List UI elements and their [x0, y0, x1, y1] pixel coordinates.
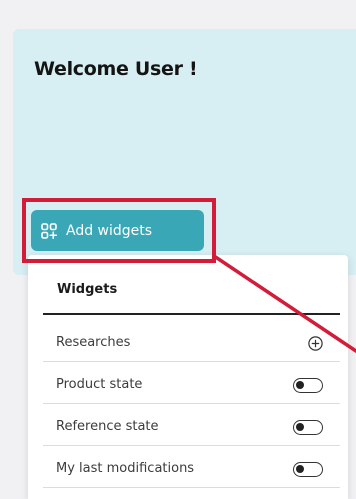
- toggle-switch[interactable]: [293, 378, 323, 393]
- product-state-toggle[interactable]: [293, 378, 323, 393]
- widget-label: Researches: [56, 335, 131, 350]
- toggle-switch[interactable]: [293, 462, 323, 477]
- toggle-switch[interactable]: [293, 420, 323, 435]
- toggle-knob: [296, 381, 304, 389]
- add-widgets-label: Add widgets: [66, 222, 153, 239]
- widgets-panel-title: Widgets: [57, 282, 118, 297]
- widget-row-reference-state[interactable]: Reference state: [43, 409, 340, 446]
- widgets-add-icon: [41, 222, 57, 239]
- widget-label: Reference state: [56, 419, 159, 434]
- welcome-title: Welcome User !: [34, 58, 198, 80]
- widget-row-product-state[interactable]: Product state: [43, 367, 340, 404]
- add-widgets-button[interactable]: Add widgets: [31, 210, 204, 251]
- widget-row-my-last-modifications[interactable]: My last modifications: [43, 451, 340, 488]
- reference-state-toggle[interactable]: [293, 420, 323, 435]
- my-last-modifications-toggle[interactable]: [293, 462, 323, 477]
- toggle-knob: [296, 423, 304, 431]
- panel-divider: [43, 313, 340, 315]
- widget-label: Product state: [56, 377, 143, 392]
- add-widget-button[interactable]: [308, 336, 323, 351]
- widget-row-researches[interactable]: Researches: [43, 325, 340, 362]
- plus-circle-icon: [308, 336, 323, 351]
- widget-label: My last modifications: [56, 461, 195, 476]
- toggle-knob: [296, 465, 304, 473]
